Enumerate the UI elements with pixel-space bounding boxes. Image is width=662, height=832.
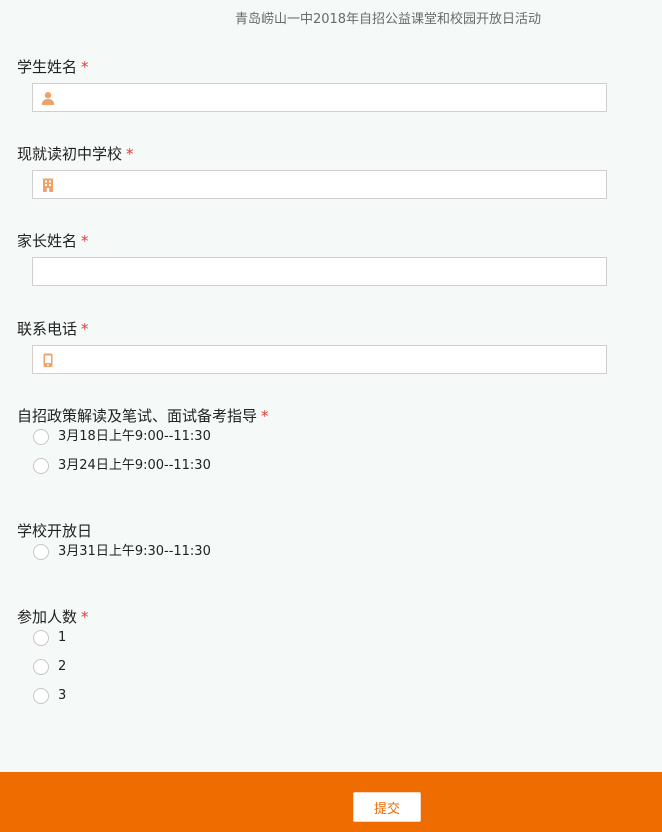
radio-button[interactable]	[33, 458, 49, 474]
field-label-text: 现就读初中学校	[17, 145, 123, 163]
form-title: 青岛崂山一中2018年自招公益课堂和校园开放日活动	[234, 12, 542, 27]
field-label-text: 自招政策解读及笔试、面试备考指导	[17, 407, 258, 425]
phone-input-box[interactable]	[32, 345, 607, 374]
field-label: 参加人数 *	[17, 607, 617, 627]
required-mark: *	[261, 407, 269, 425]
footer-bar: 提交	[0, 772, 662, 832]
radio-button[interactable]	[33, 659, 49, 675]
field-label-text: 学校开放日	[17, 522, 93, 540]
radio-option-label: 2	[58, 659, 67, 674]
field-phone: 联系电话 *	[17, 319, 617, 374]
student-name-input-box[interactable]	[32, 83, 607, 112]
field-label: 现就读初中学校 *	[17, 144, 617, 164]
field-label-text: 联系电话	[17, 320, 78, 338]
radio-option-label: 3月31日上午9:30--11:30	[58, 544, 211, 559]
field-label-text: 家长姓名	[17, 232, 78, 250]
radio-option-label: 3月24日上午9:00--11:30	[58, 458, 211, 473]
building-icon	[43, 178, 53, 192]
radio-button[interactable]	[33, 630, 49, 646]
field-attendees: 参加人数 * 1 2 3	[17, 607, 617, 704]
field-student-name: 学生姓名 *	[17, 57, 617, 112]
field-policy-session: 自招政策解读及笔试、面试备考指导 * 3月18日上午9:00--11:30 3月2…	[17, 406, 617, 474]
field-parent-name: 家长姓名 *	[17, 231, 617, 286]
required-mark: *	[81, 608, 89, 626]
school-input-box[interactable]	[32, 170, 607, 199]
radio-option-label: 3	[58, 688, 67, 703]
radio-button[interactable]	[33, 688, 49, 704]
student-name-input[interactable]	[33, 84, 606, 111]
radio-button[interactable]	[33, 544, 49, 560]
person-icon	[41, 92, 55, 105]
required-mark: *	[81, 232, 89, 250]
parent-name-input-box[interactable]	[32, 257, 607, 286]
field-label: 学校开放日	[17, 521, 617, 541]
radio-option-label: 1	[58, 630, 67, 645]
school-input[interactable]	[33, 171, 606, 198]
required-mark: *	[126, 145, 134, 163]
field-label: 自招政策解读及笔试、面试备考指导 *	[17, 406, 617, 426]
parent-name-input[interactable]	[33, 258, 606, 285]
mobile-phone-icon	[43, 353, 53, 367]
required-mark: *	[81, 320, 89, 338]
radio-button[interactable]	[33, 429, 49, 445]
field-label: 联系电话 *	[17, 319, 617, 339]
field-label-text: 参加人数	[17, 608, 78, 626]
field-label: 学生姓名 *	[17, 57, 617, 77]
radio-option-label: 3月18日上午9:00--11:30	[58, 429, 211, 444]
required-mark: *	[81, 58, 89, 76]
field-school: 现就读初中学校 *	[17, 144, 617, 199]
field-label-text: 学生姓名	[17, 58, 78, 76]
field-open-day: 学校开放日 3月31日上午9:30--11:30	[17, 521, 617, 560]
phone-input[interactable]	[33, 346, 606, 373]
field-label: 家长姓名 *	[17, 231, 617, 251]
submit-button[interactable]: 提交	[353, 792, 421, 822]
